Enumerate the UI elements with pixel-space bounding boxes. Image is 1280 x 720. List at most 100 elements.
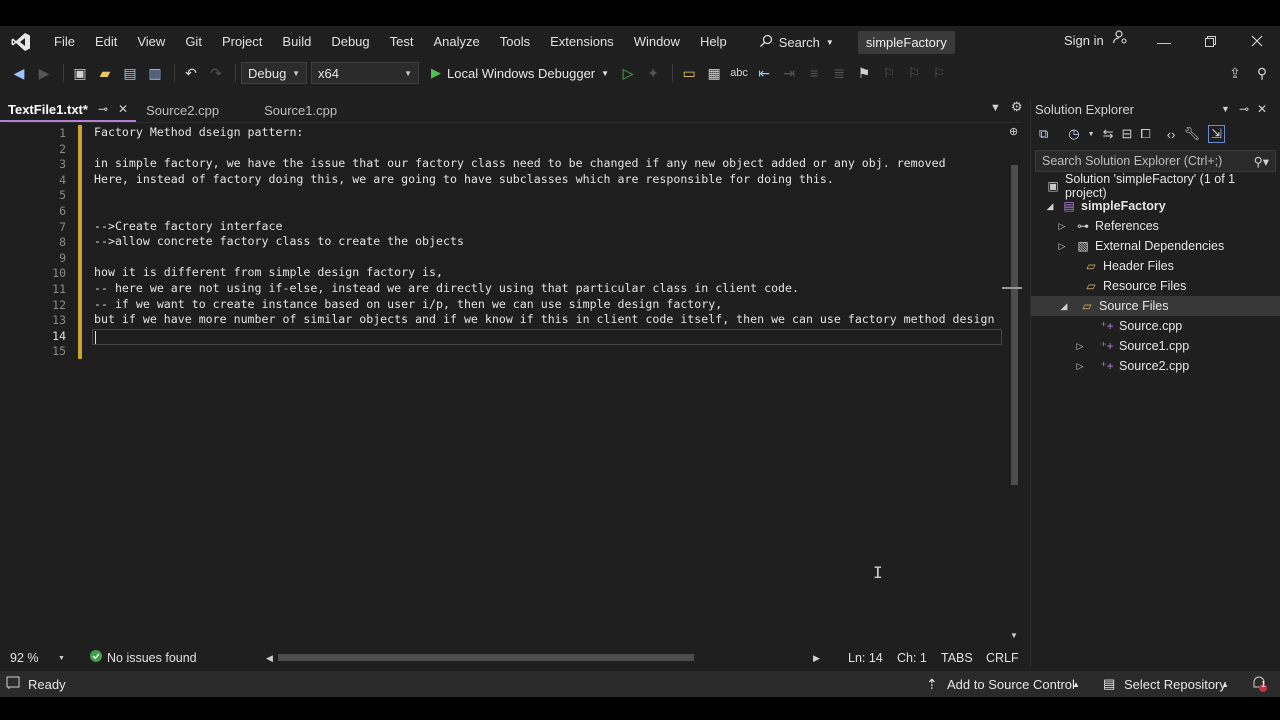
menu-file[interactable]: File	[44, 26, 85, 58]
tree-file-source1[interactable]: ▷ ⁺+ Source1.cpp	[1031, 336, 1280, 356]
issues-status[interactable]: No issues found	[107, 651, 197, 665]
properties-wrench-icon[interactable]: 🔧︎	[1183, 126, 1200, 142]
open-folder-icon[interactable]: ▰	[94, 62, 116, 84]
add-source-control-button[interactable]: Add to Source Control	[947, 677, 1075, 692]
minimize-button[interactable]: —	[1141, 26, 1187, 58]
vertical-scroll-thumb[interactable]	[1011, 165, 1018, 485]
close-window-button[interactable]	[1234, 26, 1280, 58]
tab-textfile1[interactable]: TextFile1.txt* ⊸ ✕	[0, 98, 137, 122]
collapsed-icon[interactable]: ▷	[1073, 341, 1087, 352]
chevron-down-icon[interactable]: ▼	[58, 655, 65, 662]
scroll-left-icon[interactable]: ◀	[266, 653, 273, 664]
pin-icon[interactable]: ⊸	[1239, 102, 1249, 116]
code-line[interactable]: Factory Method dseign pattern:	[94, 125, 303, 141]
view-code-icon[interactable]: ‹›	[1167, 127, 1176, 142]
tab-source1[interactable]: Source1.cpp	[256, 98, 372, 122]
horizontal-scroll-thumb[interactable]	[278, 654, 694, 661]
menu-help[interactable]: Help	[690, 26, 737, 58]
history-icon[interactable]: ◷	[1068, 126, 1079, 142]
split-editor-icon[interactable]: ⊕	[1009, 125, 1018, 138]
switch-views-icon[interactable]: ⧉	[1039, 126, 1048, 142]
collapsed-icon[interactable]: ▷	[1055, 221, 1069, 232]
line-indicator[interactable]: Ln: 14	[848, 651, 883, 665]
start-without-debugging-icon[interactable]: ▷	[617, 62, 639, 84]
chevron-down-icon[interactable]: ▼	[1088, 131, 1095, 138]
tree-source-files[interactable]: ◢ ▱ Source Files	[1031, 296, 1280, 316]
step-over-icon[interactable]: ⇥	[778, 62, 800, 84]
code-line[interactable]: -->allow concrete factory class to creat…	[94, 234, 464, 250]
preview-selected-icon[interactable]: ⇲	[1207, 125, 1225, 143]
code-line[interactable]: -- if we want to create instance based o…	[94, 297, 722, 313]
start-debugging-button[interactable]: ▶ Local Windows Debugger ▼	[431, 65, 609, 81]
menu-project[interactable]: Project	[212, 26, 272, 58]
tree-solution[interactable]: ▣ Solution 'simpleFactory' (1 of 1 proje…	[1031, 172, 1280, 200]
panel-options-icon[interactable]: ▼	[1221, 104, 1230, 114]
tree-file-source2[interactable]: ▷ ⁺+ Source2.cpp	[1031, 356, 1280, 376]
menu-debug[interactable]: Debug	[321, 26, 379, 58]
expanded-icon[interactable]: ◢	[1057, 301, 1071, 312]
tree-references[interactable]: ▷ ⊶ References	[1031, 216, 1280, 236]
scroll-down-icon[interactable]: ▼	[1010, 631, 1018, 640]
menu-tools[interactable]: Tools	[490, 26, 540, 58]
menu-build[interactable]: Build	[272, 26, 321, 58]
platform-dropdown[interactable]: x64 ▼	[311, 62, 419, 84]
collapsed-icon[interactable]: ▷	[1073, 361, 1087, 372]
vertical-scrollbar[interactable]: ⊕ ▼	[1002, 123, 1022, 650]
chevron-up-icon[interactable]: ▲	[1221, 680, 1229, 689]
code-line[interactable]: how it is different from simple design f…	[94, 265, 443, 281]
navigate-forward-icon[interactable]: ▶	[33, 62, 55, 84]
bookmark-clear-icon[interactable]: ⚐	[928, 62, 950, 84]
line-ending-indicator[interactable]: CRLF	[986, 651, 1019, 665]
menu-git[interactable]: Git	[175, 26, 212, 58]
folder-view-icon[interactable]: ▭	[678, 62, 700, 84]
menu-window[interactable]: Window	[624, 26, 690, 58]
menu-view[interactable]: View	[127, 26, 175, 58]
close-tab-icon[interactable]: ✕	[118, 102, 128, 116]
redo-icon[interactable]: ↷	[205, 62, 227, 84]
status-output-icon[interactable]	[6, 676, 20, 693]
code-line[interactable]: -->Create factory interface	[94, 219, 282, 235]
uncomment-icon[interactable]: ≣	[828, 62, 850, 84]
tab-source2[interactable]: Source2.cpp	[138, 98, 254, 122]
undo-icon[interactable]: ↶	[180, 62, 202, 84]
tree-external-dependencies[interactable]: ▷ ▧ External Dependencies	[1031, 236, 1280, 256]
column-indicator[interactable]: Ch: 1	[897, 651, 927, 665]
feedback-icon[interactable]: ⚲	[1251, 62, 1273, 84]
menu-test[interactable]: Test	[380, 26, 424, 58]
text-editor[interactable]: 1 2 3 4 5 6 7 8 9 10 11 12 13 14 15 Factory Method dse…	[8, 122, 1022, 650]
tree-resource-files[interactable]: ▱ Resource Files	[1031, 276, 1280, 296]
show-all-files-icon[interactable]: ⧠	[1140, 126, 1150, 142]
collapse-all-icon[interactable]: ⊟	[1121, 126, 1132, 142]
menu-extensions[interactable]: Extensions	[540, 26, 624, 58]
bookmark-icon[interactable]: ⚑	[853, 62, 875, 84]
tab-list-dropdown-icon[interactable]: ▼	[990, 102, 1001, 115]
share-icon[interactable]: ⇪	[1224, 62, 1246, 84]
search-button[interactable]: Search ▼	[751, 34, 842, 51]
menu-edit[interactable]: Edit	[85, 26, 127, 58]
tree-header-files[interactable]: ▱ Header Files	[1031, 256, 1280, 276]
new-project-icon[interactable]: ▣	[69, 62, 91, 84]
code-line[interactable]: Here, instead of factory doing this, we …	[94, 172, 834, 188]
step-icon[interactable]: ⇤	[753, 62, 775, 84]
code-line[interactable]: but if we have more number of similar ob…	[94, 312, 994, 328]
tree-project[interactable]: ◢ ▤ simpleFactory	[1031, 196, 1280, 216]
close-icon[interactable]: ✕	[1257, 102, 1267, 116]
save-icon[interactable]: ▤	[119, 62, 141, 84]
comment-icon[interactable]: ≡	[803, 62, 825, 84]
expanded-icon[interactable]: ◢	[1043, 201, 1057, 212]
save-all-icon[interactable]: ▥	[144, 62, 166, 84]
menu-analyze[interactable]: Analyze	[423, 26, 489, 58]
collapsed-icon[interactable]: ▷	[1055, 241, 1069, 252]
scroll-right-icon[interactable]: ▶	[813, 653, 820, 664]
restore-button[interactable]	[1187, 26, 1233, 58]
zoom-level[interactable]: 92 %	[10, 651, 39, 665]
bookmark-next-icon[interactable]: ⚐	[903, 62, 925, 84]
code-line[interactable]: -- here we are not using if-else, instea…	[94, 281, 799, 297]
sync-icon[interactable]: ⇆	[1103, 126, 1114, 142]
indentation-indicator[interactable]: TABS	[941, 651, 973, 665]
spell-check-icon[interactable]: abc	[728, 62, 750, 84]
hot-reload-icon[interactable]: ✦	[642, 62, 664, 84]
tab-settings-gear-icon[interactable]: ⚙	[1011, 99, 1023, 115]
layout-icon[interactable]: ▦	[703, 62, 725, 84]
code-line[interactable]: in simple factory, we have the issue tha…	[94, 156, 946, 172]
